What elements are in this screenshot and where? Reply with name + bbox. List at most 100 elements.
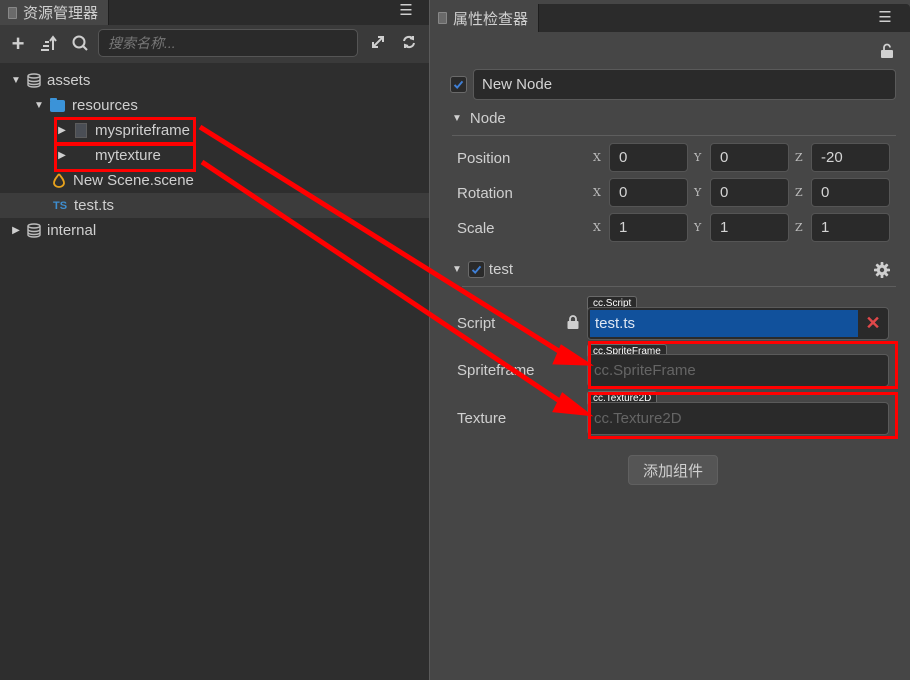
rotation-y-value[interactable]: [711, 179, 799, 206]
expand-arrow-icon[interactable]: ▼: [34, 100, 44, 111]
position-y-input[interactable]: [710, 143, 799, 172]
spriteframe-icon: [75, 123, 87, 138]
scale-x-input[interactable]: [609, 213, 698, 242]
axis-z-label: Z: [795, 151, 803, 164]
scale-y-input[interactable]: [710, 213, 799, 242]
collapse-arrow-icon[interactable]: ▼: [452, 264, 462, 275]
tree-item-new-scene[interactable]: New Scene.scene: [0, 168, 429, 193]
spriteframe-field[interactable]: cc.SpriteFrame: [587, 354, 889, 387]
axis-z-label: Z: [795, 186, 803, 199]
remove-icon[interactable]: ✕: [864, 313, 882, 333]
node-section-title: Node: [469, 110, 506, 127]
inspector-tab-title: 属性检查器: [453, 10, 529, 28]
axis-x-label: X: [593, 151, 601, 164]
add-component-button[interactable]: 添加组件: [628, 455, 718, 485]
panel-icon: [8, 6, 17, 19]
axis-y-label: Y: [694, 151, 702, 164]
assets-panel: 资源管理器 ☰ + ▼ assets ▼ resources: [0, 0, 429, 680]
database-icon: [27, 223, 41, 238]
texture-icon: [75, 148, 87, 163]
scale-z-input[interactable]: [811, 213, 900, 242]
expand-arrow-icon[interactable]: ▼: [11, 75, 21, 86]
unlock-icon[interactable]: [880, 43, 894, 59]
node-active-checkbox[interactable]: [450, 76, 467, 93]
rotation-y-input[interactable]: [710, 178, 799, 207]
tree-item-test-ts[interactable]: TS test.ts: [0, 193, 429, 218]
assets-tab[interactable]: 资源管理器: [0, 0, 110, 25]
assets-toolbar: +: [0, 25, 429, 63]
rotation-z-input[interactable]: [811, 178, 900, 207]
inspector-tabbar: 属性检查器 ☰: [430, 4, 910, 32]
component-name: test: [488, 261, 514, 278]
tree-item-resources[interactable]: ▼ resources: [0, 93, 429, 118]
inspector-tab[interactable]: 属性检查器: [430, 4, 540, 32]
node-name-field[interactable]: [473, 69, 896, 100]
panel-icon: [438, 12, 447, 24]
assets-tab-title: 资源管理器: [23, 5, 99, 22]
add-icon[interactable]: +: [8, 33, 28, 55]
script-value[interactable]: test.ts: [590, 310, 858, 337]
scene-icon: [53, 173, 65, 188]
tree-item-internal[interactable]: ▶ internal: [0, 218, 429, 243]
collapse-arrow-icon[interactable]: ▶: [11, 225, 21, 236]
section-divider: [452, 135, 896, 136]
gear-icon[interactable]: [874, 262, 890, 278]
spriteframe-placeholder: cc.SpriteFrame: [594, 362, 696, 379]
folder-icon: [50, 97, 65, 112]
tree-item-label: assets: [47, 72, 91, 89]
tree-item-label: test.ts: [74, 197, 115, 214]
tree-item-assets[interactable]: ▼ assets: [0, 68, 429, 93]
script-field[interactable]: test.ts ✕: [587, 307, 889, 340]
collapse-arrow-icon[interactable]: ▶: [57, 125, 67, 136]
tree-item-label: New Scene.scene: [73, 172, 194, 189]
position-z-input[interactable]: [811, 143, 900, 172]
axis-z-label: Z: [795, 221, 803, 234]
search-icon[interactable]: [70, 34, 90, 54]
tree-item-myspriteframe[interactable]: ▶ myspriteframe: [0, 118, 429, 143]
hamburger-menu-icon[interactable]: ☰: [878, 10, 892, 25]
script-label: Script: [457, 315, 496, 332]
search-field[interactable]: [98, 29, 358, 57]
axis-x-label: X: [593, 186, 601, 199]
sort-icon[interactable]: [38, 34, 58, 54]
rotation-z-value[interactable]: [812, 179, 900, 206]
tree-item-label: internal: [47, 222, 97, 239]
texture-label: Texture: [457, 410, 507, 427]
spriteframe-label: Spriteframe: [457, 362, 535, 379]
assets-tabbar: 资源管理器 ☰: [0, 0, 429, 25]
section-divider: [462, 286, 896, 287]
component-enabled-checkbox[interactable]: [467, 261, 485, 278]
scale-y-value[interactable]: [711, 214, 799, 241]
position-x-input[interactable]: [609, 143, 698, 172]
hamburger-menu-icon[interactable]: ☰: [399, 3, 413, 18]
axis-y-label: Y: [694, 221, 702, 234]
collapse-arrow-icon[interactable]: ▶: [57, 150, 67, 161]
position-x-value[interactable]: [610, 144, 698, 171]
axis-y-label: Y: [694, 186, 702, 199]
position-z-value[interactable]: [812, 144, 900, 171]
tree-item-mytexture[interactable]: ▶ mytexture: [0, 143, 429, 168]
expand-icon[interactable]: [368, 34, 388, 54]
rotation-x-input[interactable]: [609, 178, 698, 207]
scale-label: Scale: [457, 220, 495, 237]
tree-item-label: myspriteframe: [95, 122, 191, 139]
position-y-value[interactable]: [711, 144, 799, 171]
rotation-x-value[interactable]: [610, 179, 698, 206]
inspector-panel: 属性检查器 ☰ ▼ Node Position X Y Z Rotation X…: [430, 0, 910, 680]
lock-icon: [567, 315, 579, 329]
component-header[interactable]: ▼ test: [452, 261, 513, 278]
refresh-icon[interactable]: [399, 34, 419, 54]
search-input[interactable]: [99, 30, 357, 56]
position-label: Position: [457, 150, 511, 167]
node-section-header[interactable]: ▼ Node: [452, 110, 506, 127]
database-icon: [27, 73, 41, 88]
tree-item-label: resources: [72, 97, 138, 114]
asset-tree: ▼ assets ▼ resources ▶ myspriteframe ▶ m…: [0, 68, 429, 243]
texture-field[interactable]: cc.Texture2D: [587, 402, 889, 435]
scale-x-value[interactable]: [610, 214, 698, 241]
node-name-input[interactable]: [474, 70, 890, 99]
collapse-arrow-icon[interactable]: ▼: [452, 113, 462, 124]
tree-item-label: mytexture: [95, 147, 161, 164]
axis-x-label: X: [593, 221, 601, 234]
scale-z-value[interactable]: [812, 214, 900, 241]
